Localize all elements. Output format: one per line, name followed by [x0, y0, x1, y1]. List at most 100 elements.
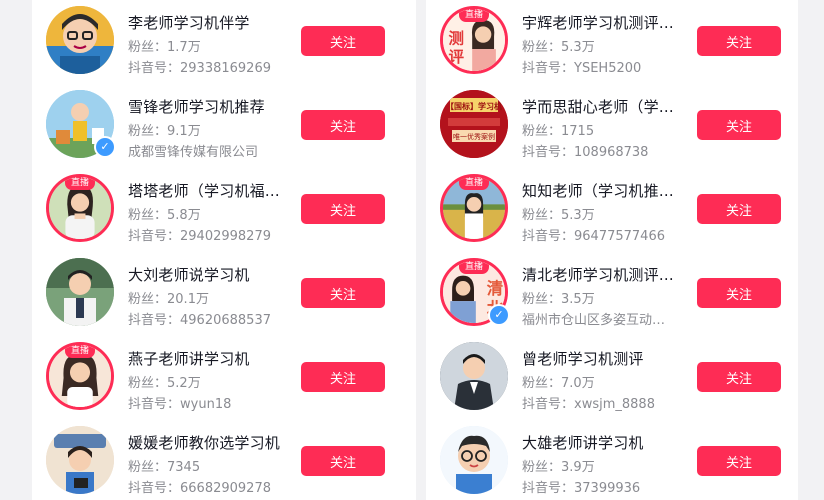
- follower-label: 粉丝：: [522, 40, 562, 55]
- douyin-id-value: YSEH5200: [574, 61, 642, 76]
- follower-count: 粉丝：1715: [522, 120, 692, 139]
- account-list-item[interactable]: 曾老师学习机测评 粉丝：7.0万 抖音号：xwsjm_8888 关注: [426, 338, 798, 422]
- avatar[interactable]: 直播: [46, 174, 114, 242]
- follower-value: 5.8万: [167, 208, 201, 223]
- svg-text:清: 清: [487, 279, 503, 298]
- avatar[interactable]: [46, 426, 114, 494]
- follower-value: 7345: [167, 460, 201, 475]
- svg-text:【国标】学习机: 【国标】学习机: [446, 101, 502, 111]
- account-list-item[interactable]: 直播 燕子老师讲学习机 粉丝：5.2万 抖音号：wyun18 关注: [32, 338, 416, 422]
- follow-button[interactable]: 关注: [301, 446, 385, 476]
- follower-value: 5.2万: [167, 376, 201, 391]
- douyin-id: 抖音号：66682909278: [128, 477, 298, 496]
- account-list-item[interactable]: 清 北直播✓清北老师学习机测评…粉丝：3.5万福州市仓山区多姿互动…关注: [426, 254, 798, 338]
- follow-button[interactable]: 关注: [697, 110, 781, 140]
- account-list-item[interactable]: 媛媛老师教你选学习机 粉丝：7345 抖音号：66682909278 关注: [32, 422, 416, 500]
- avatar[interactable]: [440, 342, 508, 410]
- douyin-id-label: 抖音号：: [522, 481, 575, 496]
- account-list-item[interactable]: 大刘老师说学习机 粉丝：20.1万 抖音号：49620688537 关注: [32, 254, 416, 338]
- avatar-image: [440, 342, 508, 410]
- avatar[interactable]: 【国标】学习机 唯一优秀案例: [440, 90, 508, 158]
- account-list-item[interactable]: 【国标】学习机 唯一优秀案例 学而思甜心老师（学… 粉丝：1715 抖音号：10896…: [426, 86, 798, 170]
- follow-button[interactable]: 关注: [301, 110, 385, 140]
- account-name[interactable]: 媛媛老师教你选学习机: [128, 432, 296, 453]
- account-name[interactable]: 知知老师（学习机推…: [522, 180, 690, 201]
- douyin-id-value: 成都雪锋传媒有限公司: [128, 145, 259, 160]
- avatar[interactable]: 直播: [46, 342, 114, 410]
- account-name[interactable]: 宇辉老师学习机测评…: [522, 12, 690, 33]
- account-name[interactable]: 学而思甜心老师（学…: [522, 96, 690, 117]
- account-name[interactable]: 塔塔老师（学习机福…: [128, 180, 296, 201]
- follower-label: 粉丝：: [128, 40, 168, 55]
- follow-button[interactable]: 关注: [697, 362, 781, 392]
- follower-value: 3.9万: [561, 460, 595, 475]
- result-list-left: 李老师学习机伴学 粉丝：1.7万 抖音号：29338169269 关注 ✓ 雪锋老师学习…: [32, 0, 416, 500]
- svg-text:唯一优秀案例: 唯一优秀案例: [453, 132, 495, 141]
- avatar[interactable]: [46, 258, 114, 326]
- douyin-id-label: 抖音号：: [128, 61, 181, 76]
- live-badge: 直播: [458, 261, 490, 274]
- follow-button[interactable]: 关注: [697, 26, 781, 56]
- follower-value: 3.5万: [561, 292, 595, 307]
- douyin-id-label: 抖音号：: [128, 481, 181, 496]
- account-name[interactable]: 清北老师学习机测评…: [522, 264, 690, 285]
- avatar-image: [46, 6, 114, 74]
- account-name[interactable]: 李老师学习机伴学: [128, 12, 296, 33]
- live-badge: 直播: [64, 345, 96, 358]
- douyin-id-label: 抖音号：: [128, 313, 181, 328]
- follower-count: 粉丝：7.0万: [522, 372, 692, 391]
- account-list-item[interactable]: ✓ 雪锋老师学习机推荐 粉丝：9.1万 成都雪锋传媒有限公司 关注: [32, 86, 416, 170]
- live-badge: 直播: [458, 177, 490, 190]
- douyin-id: 抖音号：37399936: [522, 477, 692, 496]
- avatar[interactable]: [440, 426, 508, 494]
- douyin-id: 抖音号：49620688537: [128, 309, 298, 328]
- douyin-id-label: 抖音号：: [522, 229, 575, 244]
- follow-button[interactable]: 关注: [697, 194, 781, 224]
- follow-button[interactable]: 关注: [697, 446, 781, 476]
- account-list-item[interactable]: 直播 塔塔老师（学习机福… 粉丝：5.8万 抖音号：29402998279 关注: [32, 170, 416, 254]
- douyin-id-value: 96477577466: [574, 229, 665, 244]
- result-list-right: 测 评直播 宇辉老师学习机测评… 粉丝：5.3万 抖音号：YSEH5200 关注 【国标…: [426, 0, 798, 500]
- live-badge: 直播: [64, 177, 96, 190]
- account-name[interactable]: 雪锋老师学习机推荐: [128, 96, 296, 117]
- follower-count: 粉丝：5.3万: [522, 204, 692, 223]
- account-name[interactable]: 大雄老师讲学习机: [522, 432, 690, 453]
- douyin-id-value: 49620688537: [180, 313, 271, 328]
- follow-button[interactable]: 关注: [301, 278, 385, 308]
- douyin-id: 抖音号：29338169269: [128, 57, 298, 76]
- account-list-item[interactable]: 李老师学习机伴学 粉丝：1.7万 抖音号：29338169269 关注: [32, 2, 416, 86]
- avatar[interactable]: [46, 6, 114, 74]
- follow-button[interactable]: 关注: [697, 278, 781, 308]
- douyin-id-value: 66682909278: [180, 481, 271, 496]
- svg-text:评: 评: [448, 48, 464, 66]
- follow-button[interactable]: 关注: [301, 26, 385, 56]
- verified-icon: ✓: [488, 304, 510, 326]
- company-name: 福州市仓山区多姿互动…: [522, 309, 692, 328]
- avatar[interactable]: 测 评 直播: [440, 6, 508, 74]
- follower-label: 粉丝：: [522, 124, 562, 139]
- follower-label: 粉丝：: [522, 292, 562, 307]
- douyin-id-value: xwsjm_8888: [574, 397, 655, 412]
- douyin-id-value: 福州市仓山区多姿互动…: [522, 313, 666, 328]
- account-name[interactable]: 曾老师学习机测评: [522, 348, 690, 369]
- follower-value: 20.1万: [167, 292, 209, 307]
- account-name[interactable]: 大刘老师说学习机: [128, 264, 296, 285]
- account-list-item[interactable]: 直播 知知老师（学习机推… 粉丝：5.3万抖音号：96477577466 关注: [426, 170, 798, 254]
- follower-value: 5.3万: [561, 40, 595, 55]
- douyin-id-value: 108968738: [574, 145, 649, 160]
- account-name[interactable]: 燕子老师讲学习机: [128, 348, 296, 369]
- avatar[interactable]: 直播: [440, 174, 508, 242]
- avatar-image: [46, 426, 114, 494]
- douyin-id: 抖音号：wyun18: [128, 393, 298, 412]
- follow-button[interactable]: 关注: [301, 194, 385, 224]
- douyin-id-value: 37399936: [574, 481, 641, 496]
- follow-button[interactable]: 关注: [301, 362, 385, 392]
- follower-label: 粉丝：: [522, 208, 562, 223]
- account-list-item[interactable]: 大雄老师讲学习机 粉丝：3.9万 抖音号：37399936 关注: [426, 422, 798, 500]
- account-list-item[interactable]: 测 评 直播 宇辉老师学习机测评… 粉丝：5.3万 抖音号：YSEH5200 关注: [426, 2, 798, 86]
- follower-label: 粉丝：: [128, 292, 168, 307]
- company-name: 成都雪锋传媒有限公司: [128, 141, 298, 160]
- douyin-id: 抖音号：xwsjm_8888: [522, 393, 692, 412]
- douyin-id: 抖音号：108968738: [522, 141, 692, 160]
- follower-value: 5.3万: [561, 208, 595, 223]
